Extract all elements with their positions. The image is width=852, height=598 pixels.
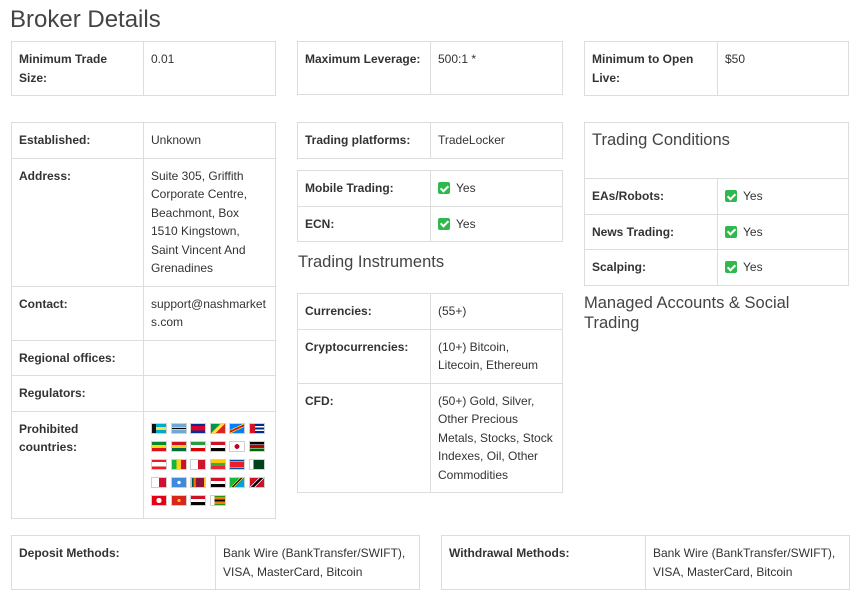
cfd-label: CFD: xyxy=(297,382,431,493)
deposit-methods-value: Bank Wire (BankTransfer/SWIFT), VISA, Ma… xyxy=(215,535,420,590)
trading-conditions-title: Trading Conditions xyxy=(584,122,849,178)
flag-somalia-icon xyxy=(170,476,187,488)
flag-ethiopia-icon xyxy=(151,440,167,452)
flag-yemen-icon xyxy=(190,494,206,506)
mobile-trading-label: Mobile Trading: xyxy=(297,170,431,207)
flag-zimbabwe-icon xyxy=(209,494,226,506)
contact-email-link[interactable]: support@nashmarkets.com xyxy=(143,285,276,341)
trading-platforms-table: Trading platforms: TradeLocker xyxy=(297,122,563,159)
prohibited-countries-flags xyxy=(143,410,276,519)
news-trading-label: News Trading: xyxy=(584,213,718,250)
flag-panama-icon xyxy=(151,476,167,488)
established-label: Established: xyxy=(11,122,144,159)
flag-north-korea-icon xyxy=(229,458,245,470)
company-details-table: Established: Unknown Address: Suite 305,… xyxy=(11,122,276,519)
trading-conditions-box: Trading Conditions EAs/Robots: Yes News … xyxy=(584,122,849,286)
mobile-trading-value: Yes xyxy=(456,181,476,195)
address-label: Address: xyxy=(11,157,144,287)
flag-tanzania-icon xyxy=(229,476,245,488)
flag-trinidad-and-tobago-icon xyxy=(248,476,265,488)
flag-iraq-icon xyxy=(209,440,226,452)
check-icon xyxy=(725,261,737,273)
check-icon xyxy=(438,182,450,194)
min-trade-size-value: 0.01 xyxy=(143,41,276,96)
address-value: Suite 305, Griffith Corporate Centre, Be… xyxy=(143,157,276,287)
flag-congo-icon xyxy=(209,422,226,434)
flag-ghana-icon xyxy=(170,440,187,452)
min-trade-size-table: Minimum Trade Size: 0.01 xyxy=(11,41,276,96)
flag-iran-icon xyxy=(190,440,206,452)
flag-myanmar-icon xyxy=(209,458,226,470)
deposit-methods-label: Deposit Methods: xyxy=(11,535,216,590)
flag-cuba-icon xyxy=(248,422,265,434)
managed-accounts-title: Managed Accounts & Social Trading xyxy=(584,294,790,332)
trading-platforms-label: Trading platforms: xyxy=(297,122,431,159)
cryptocurrencies-label: Cryptocurrencies: xyxy=(297,328,431,384)
regulators-label: Regulators: xyxy=(11,375,144,412)
flag-tunisia-icon xyxy=(151,494,167,506)
flag-sri-lanka-icon xyxy=(190,476,206,488)
max-leverage-value: 500:1 * xyxy=(430,41,563,95)
mobile-ecn-table: Mobile Trading: Yes ECN: Yes xyxy=(297,170,563,242)
flag-syria-icon xyxy=(209,476,226,488)
flag-vietnam-icon xyxy=(170,494,187,506)
regulators-value xyxy=(143,375,276,412)
prohibited-countries-label: Prohibited countries: xyxy=(11,410,144,519)
scalping-label: Scalping: xyxy=(584,249,718,286)
eas-robots-label: EAs/Robots: xyxy=(584,178,718,215)
news-trading-value: Yes xyxy=(743,224,763,239)
flag-dr-congo-icon xyxy=(229,422,245,434)
scalping-value: Yes xyxy=(743,260,763,274)
withdrawal-methods-table: Withdrawal Methods: Bank Wire (BankTrans… xyxy=(441,535,850,590)
regional-offices-value xyxy=(143,339,276,376)
flag-malta-icon xyxy=(190,458,206,470)
max-leverage-table: Maximum Leverage: 500:1 * xyxy=(297,41,563,95)
trading-instruments-table: Currencies: (55+) Cryptocurrencies: (10+… xyxy=(297,293,563,493)
withdrawal-methods-label: Withdrawal Methods: xyxy=(441,535,646,590)
max-leverage-label: Maximum Leverage: xyxy=(297,41,431,95)
check-icon xyxy=(438,217,450,230)
min-open-live-label: Minimum to Open Live: xyxy=(584,41,718,96)
flag-pakistan-icon xyxy=(248,458,265,470)
trading-instruments-title: Trading Instruments xyxy=(298,253,445,271)
ecn-value: Yes xyxy=(456,216,476,231)
min-open-live-table: Minimum to Open Live: $50 xyxy=(584,41,849,96)
trading-conditions-table: EAs/Robots: Yes News Trading: Yes Scalpi… xyxy=(584,178,849,286)
flag-kenya-icon xyxy=(248,440,265,452)
check-icon xyxy=(725,225,737,238)
established-value: Unknown xyxy=(143,122,276,159)
flag-lebanon-icon xyxy=(151,458,167,470)
trading-platforms-value: TradeLocker xyxy=(430,122,563,159)
page-title: Broker Details xyxy=(10,6,161,33)
eas-robots-value: Yes xyxy=(743,189,763,203)
currencies-label: Currencies: xyxy=(297,293,431,330)
flag-japan-icon xyxy=(229,440,245,452)
currencies-value: (55+) xyxy=(430,293,563,330)
contact-label: Contact: xyxy=(11,285,144,341)
flag-cambodia-icon xyxy=(190,422,206,434)
flag-mali-icon xyxy=(170,458,187,470)
min-open-live-value: $50 xyxy=(717,41,849,96)
flag-botswana-icon xyxy=(170,422,187,434)
check-icon xyxy=(725,190,737,202)
min-trade-size-label: Minimum Trade Size: xyxy=(11,41,144,96)
withdrawal-methods-value: Bank Wire (BankTransfer/SWIFT), VISA, Ma… xyxy=(645,535,850,590)
cfd-value: (50+) Gold, Silver, Other Precious Metal… xyxy=(430,382,563,493)
ecn-label: ECN: xyxy=(297,205,431,242)
deposit-methods-table: Deposit Methods: Bank Wire (BankTransfer… xyxy=(11,535,420,590)
cryptocurrencies-value: (10+) Bitcoin, Litecoin, Ethereum xyxy=(430,328,563,384)
flag-bahamas-icon xyxy=(151,422,167,434)
regional-offices-label: Regional offices: xyxy=(11,339,144,376)
